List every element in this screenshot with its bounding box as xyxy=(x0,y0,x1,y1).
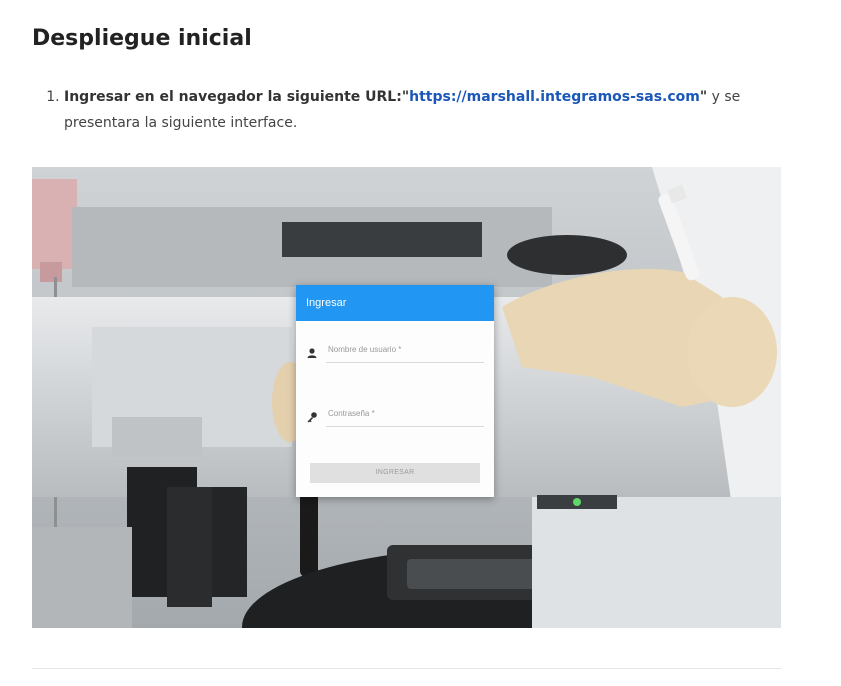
section-title: Despliegue inicial xyxy=(32,26,252,51)
username-placeholder: Nombre de usuario * xyxy=(328,345,402,354)
username-field[interactable]: Nombre de usuario * xyxy=(306,341,484,363)
step-instruction: Ingresar en el navegador la siguiente UR… xyxy=(64,89,402,105)
section-divider xyxy=(32,668,782,669)
password-underline xyxy=(326,426,484,427)
login-submit-button[interactable]: INGRESAR xyxy=(310,463,480,483)
password-placeholder: Contraseña * xyxy=(328,409,375,418)
login-card: Ingresar Nombre de usuario * Contraseña … xyxy=(296,285,494,497)
key-icon xyxy=(306,410,318,423)
password-field[interactable]: Contraseña * xyxy=(306,405,484,427)
login-screenshot: Ingresar Nombre de usuario * Contraseña … xyxy=(32,167,781,628)
url-link[interactable]: https://marshall.integramos-sas.com xyxy=(409,89,700,105)
username-underline xyxy=(326,362,484,363)
list-item: Ingresar en el navegador la siguiente UR… xyxy=(64,84,804,136)
step-bold-text: Ingresar en el navegador la siguiente UR… xyxy=(64,89,707,105)
login-header: Ingresar xyxy=(296,285,494,321)
user-icon xyxy=(306,346,318,358)
steps-list: Ingresar en el navegador la siguiente UR… xyxy=(32,84,804,136)
quote-open: " xyxy=(401,89,410,105)
